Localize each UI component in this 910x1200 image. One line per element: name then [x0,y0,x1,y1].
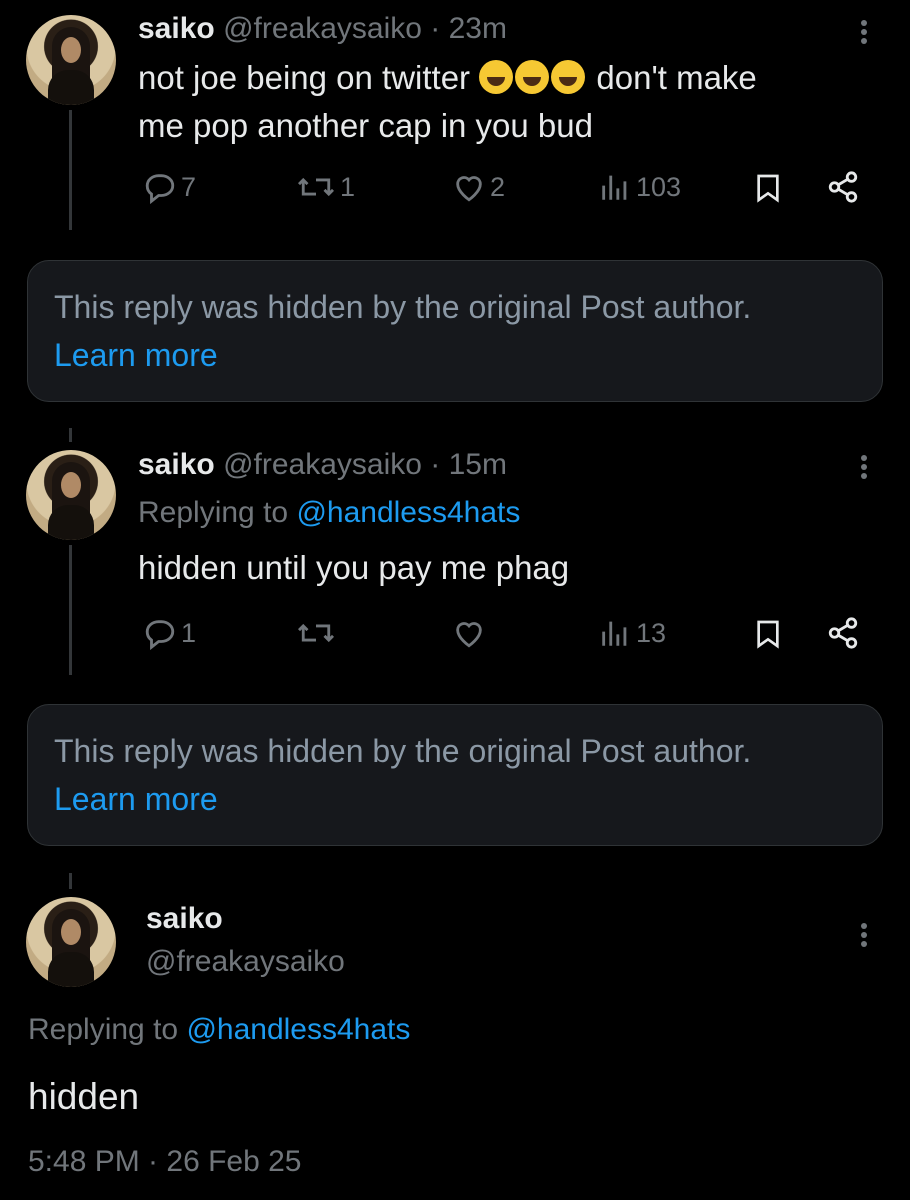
post-text-part: me pop another cap in you bud [138,107,593,144]
display-name[interactable]: saiko [138,448,215,481]
views-icon [602,175,627,200]
replying-to-handle[interactable]: @handless4hats [186,1013,410,1046]
thread-line [69,545,72,675]
learn-more-link[interactable]: Learn more [54,337,218,374]
views-button[interactable]: 13 [598,616,666,650]
display-name[interactable]: saiko [146,902,223,936]
repost-button[interactable] [296,616,340,650]
reply-icon [145,174,175,204]
post-timestamp[interactable]: 5:48 PM · 26 Feb 25 [28,1145,302,1179]
more-vertical-icon[interactable] [861,920,869,950]
reply-icon [145,620,175,650]
bookmark-button[interactable] [752,616,784,652]
share-button[interactable] [826,616,860,650]
hidden-reply-notice: This reply was hidden by the original Po… [27,260,883,402]
reply-count: 7 [181,171,197,202]
repost-icon [297,177,335,197]
handle[interactable]: @freakaysaiko [146,945,345,979]
rolling-on-floor-laughing-icon [551,60,586,94]
post-text: not joe being on twitter don't make me p… [138,54,757,150]
post-time[interactable]: · 15m [430,448,507,481]
heart-icon [456,622,482,648]
repost-count: 1 [340,171,356,202]
post-text-part: don't make [596,59,757,96]
like-count: 2 [490,171,506,202]
bookmark-button[interactable] [752,170,784,206]
views-icon [602,621,627,646]
more-vertical-icon[interactable] [861,452,869,482]
hidden-reply-message: This reply was hidden by the original Po… [54,289,752,325]
like-button[interactable] [452,616,490,650]
reply-button[interactable]: 1 [143,616,196,650]
views-button[interactable]: 103 [598,170,681,204]
display-name[interactable]: saiko [138,12,215,45]
more-vertical-icon[interactable] [861,17,869,47]
rolling-on-floor-laughing-icon [479,60,514,94]
reply-count: 1 [181,617,197,648]
post-header: saiko @freakaysaiko · 23m [138,12,507,46]
like-button[interactable]: 2 [452,170,505,204]
post-header: saiko @freakaysaiko · 15m [138,448,507,482]
handle[interactable]: @freakaysaiko [223,448,422,481]
replying-to-handle[interactable]: @handless4hats [296,496,520,529]
hidden-reply-message: This reply was hidden by the original Po… [54,733,752,769]
avatar[interactable] [26,897,116,987]
thread-line [69,110,72,230]
thread-line [69,873,72,889]
hidden-reply-notice: This reply was hidden by the original Po… [27,704,883,846]
views-count: 103 [636,171,682,202]
post-text: hidden [28,1076,140,1117]
post-time[interactable]: · 23m [430,12,507,45]
views-count: 13 [636,617,667,648]
replying-to-label: Replying to [28,1013,179,1046]
repost-button[interactable]: 1 [296,170,355,204]
reply-button[interactable]: 7 [143,170,196,204]
share-button[interactable] [826,170,860,204]
replying-to: Replying to @handless4hats [28,1013,410,1047]
post-text-part: not joe being on twitter [138,59,471,96]
heart-icon [456,176,482,202]
replying-to-label: Replying to [138,496,289,529]
bookmark-icon [757,620,779,649]
thread-line [69,428,72,442]
avatar[interactable] [26,450,116,540]
share-icon [828,617,858,649]
share-icon [828,171,858,203]
handle[interactable]: @freakaysaiko [223,12,422,45]
avatar[interactable] [26,15,116,105]
repost-icon [297,623,335,643]
bookmark-icon [757,174,779,203]
post-text: hidden until you pay me phag [138,549,570,586]
rolling-on-floor-laughing-icon [515,60,550,94]
replying-to: Replying to @handless4hats [138,496,520,530]
learn-more-link[interactable]: Learn more [54,781,218,818]
